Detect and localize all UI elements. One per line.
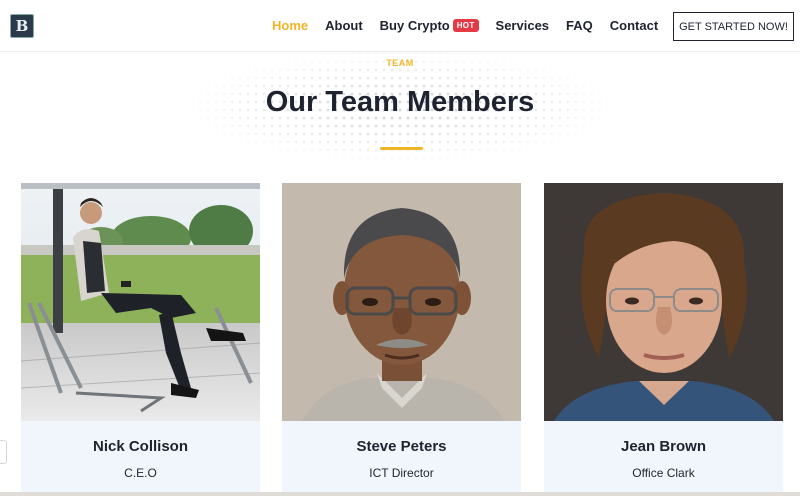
team-card-info: Nick Collison C.E.O — [21, 421, 260, 494]
team-card-info: Steve Peters ICT Director — [282, 421, 521, 495]
nav-home-link[interactable]: Home — [272, 18, 308, 33]
nav-contact-link[interactable]: Contact — [610, 18, 658, 33]
navbar: B Home About Buy Crypto HOT Services FAQ … — [0, 0, 800, 52]
team-photo-nick-collison — [21, 183, 260, 421]
hot-badge: HOT — [452, 19, 479, 32]
team-card-3: Jean Brown Office Clark — [544, 183, 783, 495]
team-member-name: Nick Collison — [92, 438, 189, 455]
team-member-role: Office Clark — [632, 466, 695, 480]
nav-buy-crypto-label: Buy Crypto — [379, 18, 450, 33]
side-edge-tab[interactable] — [0, 440, 7, 464]
nav-services-link[interactable]: Services — [496, 18, 550, 33]
team-card-info: Jean Brown Office Clark — [544, 421, 783, 495]
team-photo-steve-peters — [282, 183, 521, 421]
team-member-name: Jean Brown — [620, 438, 707, 455]
team-card-1: Nick Collison C.E.O — [21, 183, 260, 494]
team-member-role: ICT Director — [369, 466, 434, 480]
nav-buy-crypto-link[interactable]: Buy Crypto HOT — [380, 18, 479, 33]
team-member-role: C.E.O — [124, 466, 157, 480]
nav-faq-link[interactable]: FAQ — [566, 18, 593, 33]
section-eyebrow: TEAM — [386, 58, 414, 68]
bitcoin-logo-icon[interactable]: B — [10, 14, 34, 38]
team-card-2: Steve Peters ICT Director — [282, 183, 521, 495]
team-member-name: Steve Peters — [356, 438, 447, 455]
main-nav: Home About Buy Crypto HOT Services FAQ Co… — [272, 18, 675, 33]
team-photo-jean-brown — [544, 183, 783, 421]
title-underline — [380, 147, 423, 150]
section-title: Our Team Members — [265, 86, 535, 118]
nav-about-link[interactable]: About — [325, 18, 363, 33]
get-started-button[interactable]: GET STARTED NOW! — [673, 12, 794, 41]
bottom-edge-bar — [0, 492, 800, 496]
